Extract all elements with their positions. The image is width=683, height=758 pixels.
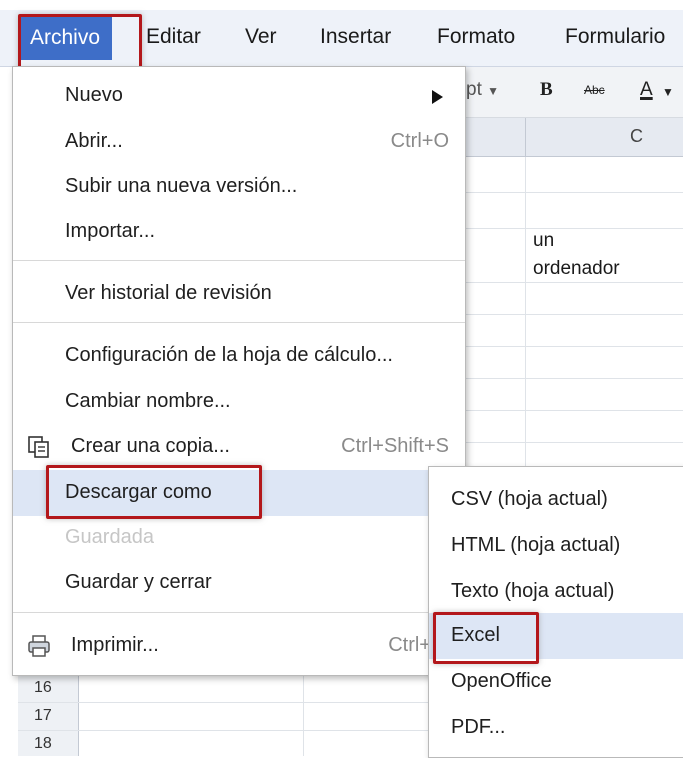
menu-item-label: Nuevo — [65, 84, 123, 106]
submenu-item-openoffice[interactable]: OpenOffice — [429, 659, 683, 705]
menu-separator — [13, 322, 465, 323]
menu-separator — [13, 612, 465, 613]
copy-icon — [28, 436, 49, 458]
grid-line — [460, 442, 683, 443]
menu-formato[interactable]: Formato — [437, 25, 515, 49]
column-c-header[interactable]: C — [630, 126, 643, 147]
menu-item-label: Ver historial de revisión — [65, 282, 272, 304]
submenu-item-html[interactable]: HTML (hoja actual) — [429, 523, 683, 569]
submenu-arrow-icon — [432, 90, 443, 104]
grid-line — [460, 314, 683, 315]
menu-item-label: Subir una nueva versión... — [65, 175, 298, 197]
menu-item-nuevo[interactable]: Nuevo — [13, 73, 465, 119]
descargar-highlight-box — [46, 465, 262, 519]
grid-line — [460, 410, 683, 411]
chevron-down-icon: ▼ — [487, 84, 500, 98]
font-size-label: pt — [466, 79, 482, 100]
menu-item-subir-version[interactable]: Subir una nueva versión... — [13, 164, 465, 210]
submenu-item-label: PDF... — [451, 716, 506, 738]
row-header-16[interactable]: 16 — [34, 679, 52, 697]
menu-separator — [13, 260, 465, 261]
printer-icon — [28, 635, 50, 657]
menu-item-configuracion[interactable]: Configuración de la hoja de cálculo... — [13, 333, 465, 379]
strikethrough-button[interactable]: Abc — [584, 83, 605, 97]
submenu-item-label: HTML (hoja actual) — [451, 534, 621, 556]
menu-item-shortcut: Ctrl+Shift+S — [341, 435, 449, 457]
menu-ver[interactable]: Ver — [245, 25, 277, 49]
submenu-item-pdf[interactable]: PDF... — [429, 705, 683, 751]
menu-item-crear-copia[interactable]: Crear una copia... Ctrl+Shift+S — [13, 424, 465, 470]
bold-button[interactable]: B — [540, 79, 553, 101]
column-divider — [525, 118, 526, 156]
cell-c-un[interactable]: un — [533, 230, 554, 252]
menu-item-guardar-cerrar[interactable]: Guardar y cerrar — [13, 560, 465, 606]
toolbar: pt ▼ B Abc A ▼ — [460, 67, 683, 118]
archivo-highlight-box — [18, 14, 142, 72]
menu-item-label: Guardar y cerrar — [65, 571, 212, 593]
font-size-dropdown[interactable]: pt ▼ — [466, 79, 499, 101]
submenu-item-csv[interactable]: CSV (hoja actual) — [429, 477, 683, 523]
submenu-item-label: CSV (hoja actual) — [451, 488, 608, 510]
menu-item-label: Configuración de la hoja de cálculo... — [65, 344, 393, 366]
excel-highlight-box — [433, 612, 539, 664]
menu-item-label: Cambiar nombre... — [65, 390, 231, 412]
row-header-17[interactable]: 17 — [34, 707, 52, 725]
menu-item-label: Imprimir... — [71, 634, 159, 656]
grid-line — [460, 282, 683, 283]
grid-line — [460, 192, 683, 193]
grid-line — [460, 378, 683, 379]
menu-editar[interactable]: Editar — [146, 25, 201, 49]
menu-item-label: Guardada — [65, 526, 154, 548]
row-header-18[interactable]: 18 — [34, 735, 52, 753]
menu-item-cambiar-nombre[interactable]: Cambiar nombre... — [13, 379, 465, 425]
text-color-button[interactable]: A — [640, 79, 653, 101]
menu-item-label: Abrir... — [65, 130, 123, 152]
menu-item-historial[interactable]: Ver historial de revisión — [13, 271, 465, 317]
menu-item-label: Crear una copia... — [71, 435, 230, 457]
submenu-item-texto[interactable]: Texto (hoja actual) — [429, 569, 683, 615]
menu-item-guardada: Guardada — [13, 515, 465, 561]
menu-formulario[interactable]: Formulario — [565, 25, 665, 49]
menu-item-shortcut: Ctrl+ — [388, 634, 431, 656]
file-menu: Nuevo Abrir... Ctrl+O Subir una nueva ve… — [12, 66, 466, 676]
grid-line — [460, 228, 683, 229]
menu-insertar[interactable]: Insertar — [320, 25, 391, 49]
menu-item-label: Importar... — [65, 220, 156, 242]
grid-line — [303, 674, 304, 756]
menu-item-importar[interactable]: Importar... — [13, 209, 465, 255]
menu-item-abrir[interactable]: Abrir... Ctrl+O — [13, 119, 465, 165]
chevron-down-icon: ▼ — [662, 85, 674, 99]
grid-line — [460, 346, 683, 347]
column-header: C — [460, 118, 683, 157]
cell-c-ordenador[interactable]: ordenador — [533, 258, 620, 280]
menu-item-imprimir[interactable]: Imprimir... Ctrl+ — [13, 623, 465, 669]
menu-item-shortcut: Ctrl+O — [390, 130, 449, 152]
submenu-item-label: OpenOffice — [451, 670, 552, 692]
submenu-item-label: Texto (hoja actual) — [451, 580, 615, 602]
